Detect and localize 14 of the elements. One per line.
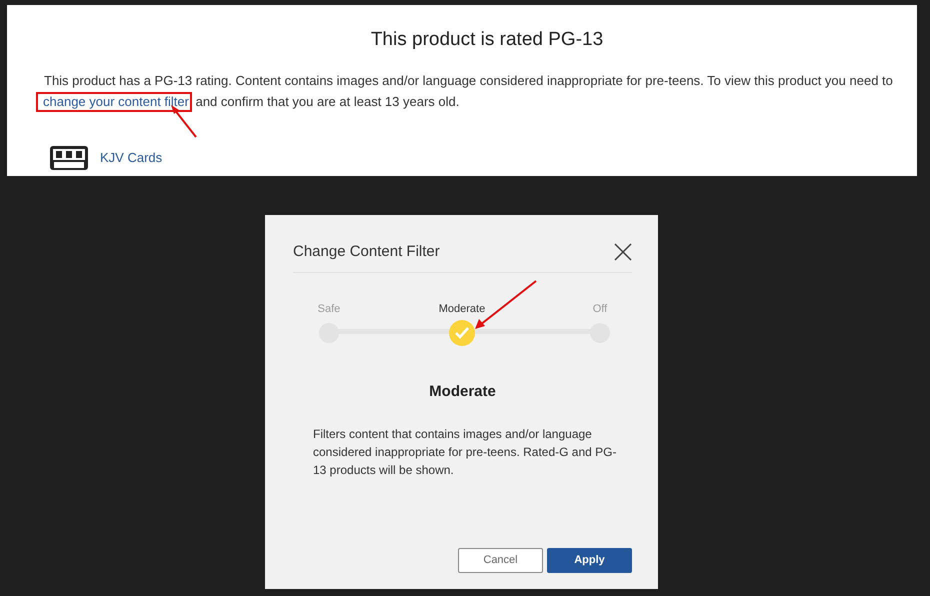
filter-description: Filters content that contains images and/or language considered inappropriate for pre-teens. Rated-G and PG-13 products will be shown.	[313, 426, 618, 479]
close-icon	[614, 243, 632, 262]
product-rating-title: This product is rated PG-13	[370, 29, 604, 52]
filter-level-title: Moderate	[428, 382, 497, 402]
check-icon	[454, 326, 470, 340]
cancel-button[interactable]: Cancel	[458, 548, 543, 573]
seller-logo-icon	[50, 146, 88, 170]
filter-stop[interactable]: Moderate	[412, 300, 512, 346]
seller-link[interactable]: KJV Cards	[100, 148, 162, 168]
apply-button[interactable]: Apply	[547, 548, 632, 573]
content-filter-link[interactable]: change your content filter	[43, 94, 189, 109]
close-button[interactable]	[614, 243, 632, 262]
dialog-title: Change Content Filter	[293, 242, 440, 262]
rating-message: This product has a PG-13 rating. Content contains images and/or language considered inappropriate for pre-teens. To view this product you need to change your content filter and confirm that you are at least 13 years old.	[44, 70, 895, 112]
